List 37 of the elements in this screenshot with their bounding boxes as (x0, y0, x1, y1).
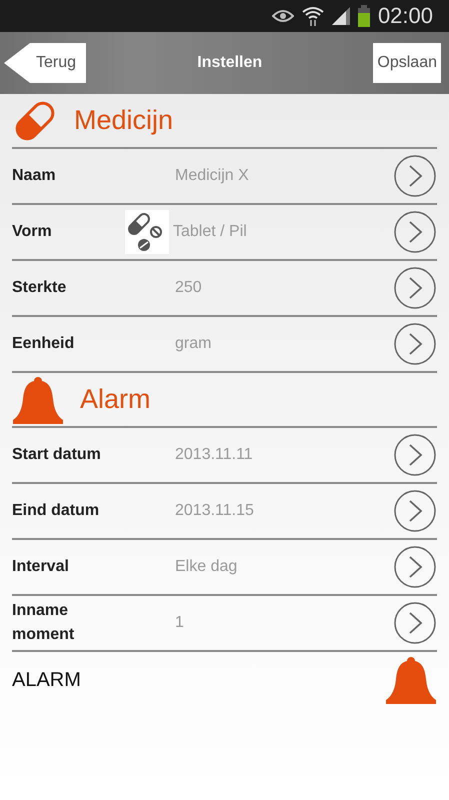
field-label: Inname moment (12, 601, 76, 645)
field-value: Tablet / Pil (173, 222, 247, 242)
battery-icon (358, 5, 370, 27)
chevron-button[interactable] (393, 601, 437, 645)
wifi-icon (302, 6, 324, 26)
eye-icon (272, 9, 294, 23)
field-value: Medicijn X (175, 166, 249, 186)
field-value: 2013.11.11 (175, 445, 253, 465)
field-label: Vorm (12, 222, 53, 242)
field-value: 2013.11.15 (175, 501, 254, 521)
field-value: 1 (175, 613, 184, 633)
chevron-button[interactable] (393, 266, 437, 310)
field-label: Start datum (12, 445, 102, 465)
chevron-button[interactable] (393, 154, 437, 198)
signal-icon (332, 7, 350, 25)
chevron-button[interactable] (393, 322, 437, 366)
save-button[interactable]: Opslaan (373, 43, 441, 83)
chevron-button[interactable] (393, 545, 437, 589)
field-value: Elke dag (175, 557, 238, 577)
chevron-button[interactable] (393, 433, 437, 477)
field-label: Interval (12, 557, 70, 577)
field-label: Naam (12, 166, 57, 186)
section-title: Medicijn (74, 104, 174, 138)
bell-icon (385, 656, 437, 704)
back-button[interactable]: Terug (4, 43, 86, 83)
bell-icon (12, 376, 64, 424)
field-label: Eind datum (12, 501, 100, 521)
field-value: 250 (175, 278, 202, 298)
section-title: Alarm (80, 383, 151, 416)
field-label: Sterkte (12, 278, 68, 298)
page-title: Instellen (197, 53, 262, 73)
field-value: gram (175, 334, 212, 354)
status-time: 02:00 (378, 2, 433, 30)
field-label: Eenheid (12, 334, 76, 354)
chevron-button[interactable] (393, 210, 437, 254)
alarm-label: ALARM (12, 668, 81, 693)
chevron-button[interactable] (393, 489, 437, 533)
